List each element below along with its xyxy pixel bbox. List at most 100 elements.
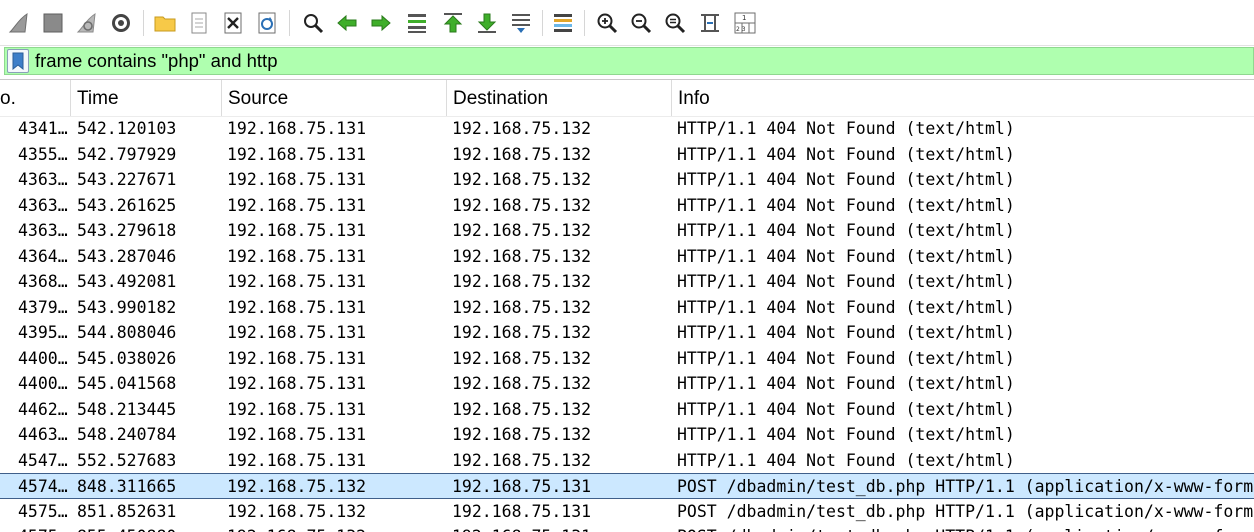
cell-source: 192.168.75.131 xyxy=(227,195,367,215)
cell-no: 4462… xyxy=(18,399,68,419)
autoscroll-icon xyxy=(512,14,530,33)
cell-time: 543.492081 xyxy=(77,272,177,291)
cell-info: HTTP/1.1 404 Not Found (text/html) xyxy=(677,297,1015,317)
cell-destination: 192.168.75.132 xyxy=(452,119,592,138)
restart-icon xyxy=(76,13,96,33)
packet-row[interactable]: 4462… 548.213445 192.168.75.131 192.168.75.… xyxy=(0,397,1254,423)
cell-info: HTTP/1.1 404 Not Found (text/html) xyxy=(677,195,1015,215)
packet-row[interactable]: 4363… 543.279618 192.168.75.131 192.168.75.… xyxy=(0,218,1254,244)
packet-row[interactable]: 4547… 552.527683 192.168.75.131 192.168.75.… xyxy=(0,448,1254,474)
cell-source: 192.168.75.131 xyxy=(227,144,367,164)
zoom-in-button[interactable] xyxy=(594,10,620,36)
cell-no: 4575… xyxy=(18,501,68,521)
cell-no: 4363… xyxy=(18,221,68,240)
packet-row[interactable]: 4355… 542.797929 192.168.75.131 192.168.75.… xyxy=(0,142,1254,168)
cell-time: 552.527683 xyxy=(77,450,177,470)
cell-destination: 192.168.75.132 xyxy=(452,246,592,266)
gear-icon xyxy=(112,14,130,32)
go-forward-button[interactable] xyxy=(368,10,394,36)
main-toolbar: 2 3 1 xyxy=(0,0,1254,46)
cell-destination: 192.168.75.132 xyxy=(452,195,592,215)
zoom-out-button[interactable] xyxy=(628,10,654,36)
cell-info: HTTP/1.1 404 Not Found (text/html) xyxy=(677,348,1015,368)
cell-info: HTTP/1.1 404 Not Found (text/html) xyxy=(677,323,1015,342)
packet-row[interactable]: 4341… 542.120103 192.168.75.131 192.168.75.… xyxy=(0,116,1254,142)
cell-destination: 192.168.75.132 xyxy=(452,297,592,317)
cell-info: HTTP/1.1 404 Not Found (text/html) xyxy=(677,272,1015,291)
normal-size-button[interactable] xyxy=(662,10,688,36)
packet-row[interactable]: 4400… 545.038026 192.168.75.131 192.168.75.… xyxy=(0,346,1254,372)
column-header-time[interactable]: Time xyxy=(71,80,222,116)
column-header-no[interactable]: o. xyxy=(0,80,71,116)
cell-source: 192.168.75.131 xyxy=(227,323,367,342)
packet-row[interactable]: 4463… 548.240784 192.168.75.131 192.168.75.… xyxy=(0,422,1254,448)
shark-fin-icon xyxy=(8,13,28,33)
colorize-icon xyxy=(554,14,572,32)
cell-destination: 192.168.75.132 xyxy=(452,348,592,368)
packet-row[interactable]: 4395… 544.808046 192.168.75.131 192.168.75.… xyxy=(0,320,1254,346)
reload-file-button[interactable] xyxy=(254,10,280,36)
packet-row[interactable]: 4574… 848.311665 192.168.75.132 192.168.75.… xyxy=(0,473,1254,499)
cell-no: 4400… xyxy=(18,348,68,368)
cell-time: 548.213445 xyxy=(77,399,177,419)
cell-no: 4363… xyxy=(18,170,68,189)
restart-capture-button[interactable] xyxy=(74,10,100,36)
arrow-up-icon xyxy=(443,13,463,33)
cell-time: 543.261625 xyxy=(77,195,177,215)
find-packet-button[interactable] xyxy=(300,10,326,36)
packet-list: o. Time Source Destination Info 4341… 542… xyxy=(0,79,1254,532)
go-to-packet-button[interactable] xyxy=(404,10,430,36)
cell-destination: 192.168.75.132 xyxy=(452,144,592,164)
save-file-button[interactable] xyxy=(186,10,212,36)
resize-columns-icon xyxy=(701,14,719,32)
cell-source: 192.168.75.131 xyxy=(227,297,367,317)
cell-source: 192.168.75.131 xyxy=(227,246,367,266)
cell-time: 543.227671 xyxy=(77,170,177,189)
cell-time: 545.041568 xyxy=(77,374,177,393)
cell-info: HTTP/1.1 404 Not Found (text/html) xyxy=(677,144,1015,164)
close-file-button[interactable] xyxy=(220,10,246,36)
packet-row[interactable]: 4400… 545.041568 192.168.75.131 192.168.75.… xyxy=(0,371,1254,397)
cell-destination: 192.168.75.131 xyxy=(452,501,592,521)
cell-source: 192.168.75.131 xyxy=(227,119,367,138)
go-last-button[interactable] xyxy=(474,10,500,36)
column-header-source[interactable]: Source xyxy=(222,80,447,116)
packet-row[interactable]: 4368… 543.492081 192.168.75.131 192.168.75.… xyxy=(0,269,1254,295)
display-filter-input[interactable] xyxy=(35,48,1245,74)
capture-options-button[interactable] xyxy=(108,10,134,36)
cell-no: 4400… xyxy=(18,374,68,393)
open-file-button[interactable] xyxy=(152,10,178,36)
cell-time: 548.240784 xyxy=(77,425,177,444)
folder-icon xyxy=(154,16,176,32)
stop-icon xyxy=(43,13,63,33)
go-first-button[interactable] xyxy=(440,10,466,36)
cell-info: HTTP/1.1 404 Not Found (text/html) xyxy=(677,450,1015,470)
cell-info: HTTP/1.1 404 Not Found (text/html) xyxy=(677,374,1015,393)
packet-row[interactable]: 4363… 543.261625 192.168.75.131 192.168.75.… xyxy=(0,193,1254,219)
resize-columns-button[interactable] xyxy=(697,10,723,36)
column-header-info[interactable]: Info xyxy=(672,80,1254,116)
start-capture-button[interactable] xyxy=(6,10,32,36)
cell-destination: 192.168.75.132 xyxy=(452,170,592,189)
filter-bookmark-button[interactable] xyxy=(7,49,29,73)
magnifier-icon xyxy=(304,14,324,34)
packet-row[interactable]: 4363… 543.227671 192.168.75.131 192.168.75.… xyxy=(0,167,1254,193)
column-header-destination[interactable]: Destination xyxy=(447,80,672,116)
colorize-button[interactable] xyxy=(550,10,576,36)
cell-destination: 192.168.75.132 xyxy=(452,450,592,470)
cell-destination: 192.168.75.132 xyxy=(452,425,592,444)
autoscroll-button[interactable] xyxy=(508,10,534,36)
cell-no: 4547… xyxy=(18,450,68,470)
stop-capture-button[interactable] xyxy=(40,10,66,36)
packet-row[interactable]: 4364… 543.287046 192.168.75.131 192.168.75.… xyxy=(0,244,1254,270)
packet-row[interactable]: 4379… 543.990182 192.168.75.131 192.168.75.… xyxy=(0,295,1254,321)
packet-row[interactable]: 4575… 851.852631 192.168.75.132 192.168.75.… xyxy=(0,499,1254,525)
column-header-label: Time xyxy=(77,88,119,109)
zoom-reset-icon xyxy=(665,13,686,34)
cell-info: HTTP/1.1 404 Not Found (text/html) xyxy=(677,399,1015,419)
column-header-label: Destination xyxy=(453,88,549,109)
cell-no: 4574… xyxy=(18,477,68,496)
cell-destination: 192.168.75.132 xyxy=(452,272,592,291)
go-back-button[interactable] xyxy=(334,10,360,36)
layout-button[interactable]: 2 3 1 xyxy=(732,10,758,36)
